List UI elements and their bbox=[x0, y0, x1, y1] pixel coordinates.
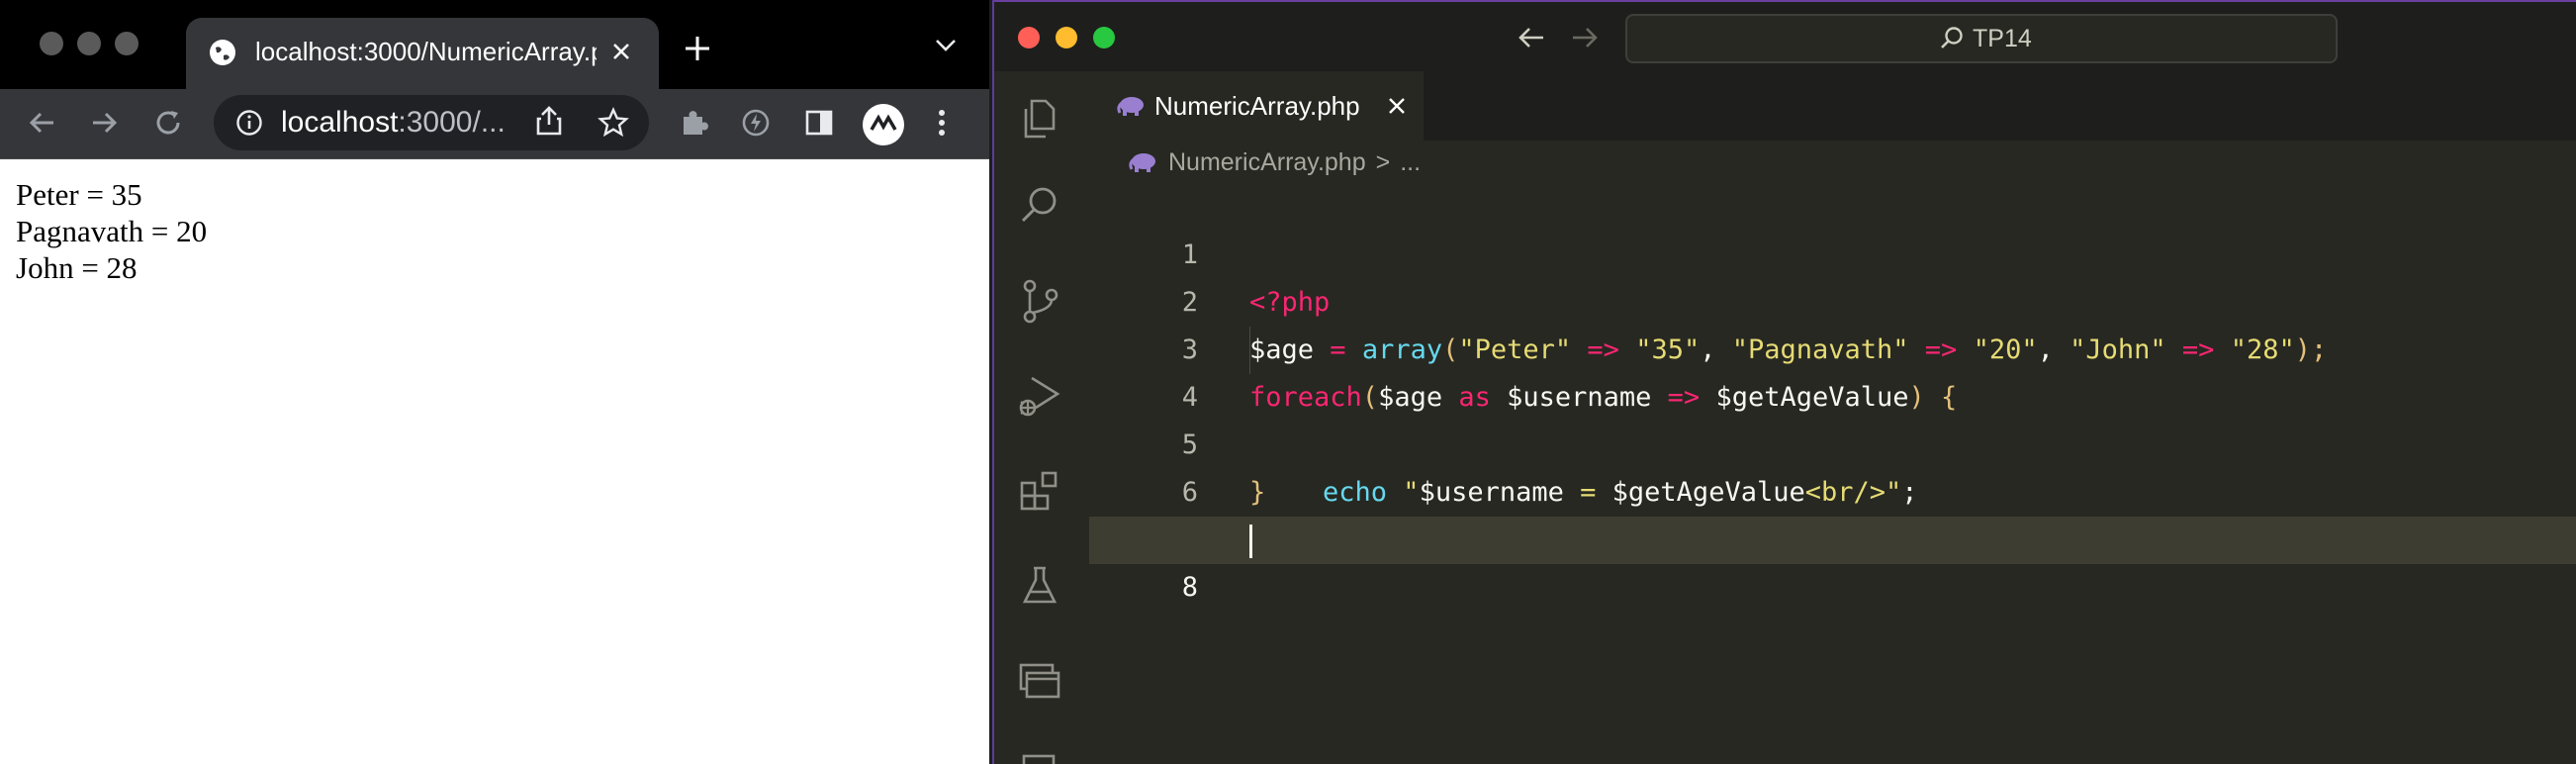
browser-tab[interactable]: localhost:3000/NumericArray.php bbox=[186, 18, 659, 89]
extensions-icon[interactable] bbox=[1016, 467, 1063, 515]
activity-bar bbox=[994, 71, 1089, 764]
breadcrumb-file[interactable]: NumericArray.php bbox=[1168, 148, 1366, 177]
extensions-puzzle-icon[interactable] bbox=[679, 107, 710, 139]
php-elephant-icon bbox=[1129, 151, 1158, 173]
code-editor[interactable]: 1 <?php 2 $age = array("Peter" => "35", … bbox=[1089, 184, 2576, 764]
page-content: Peter = 35 Pagnavath = 20 John = 28 bbox=[0, 159, 989, 764]
explorer-files-icon[interactable] bbox=[1016, 95, 1063, 143]
editor-window: TP14 NumericArray.php NumericArray.php >… bbox=[992, 0, 2576, 764]
nav-forward-icon[interactable] bbox=[1570, 24, 1600, 51]
window-close-light[interactable] bbox=[40, 32, 63, 55]
output-line: John = 28 bbox=[16, 250, 138, 285]
indent-guide bbox=[1249, 327, 1250, 374]
breadcrumb: NumericArray.php > ... bbox=[1129, 144, 1421, 180]
window-minimize-light[interactable] bbox=[77, 32, 101, 55]
performance-bolt-icon[interactable] bbox=[740, 107, 772, 139]
share-icon[interactable] bbox=[534, 105, 564, 137]
globe-icon bbox=[208, 38, 237, 67]
side-panel-icon[interactable] bbox=[803, 107, 835, 139]
command-center-search[interactable]: TP14 bbox=[1625, 14, 2338, 63]
window-zoom-light[interactable] bbox=[115, 32, 138, 55]
tab-close-icon[interactable] bbox=[609, 40, 633, 63]
search-icon bbox=[1939, 26, 1965, 51]
php-elephant-icon bbox=[1117, 95, 1147, 117]
new-tab-plus-icon[interactable] bbox=[683, 34, 712, 63]
url-host: localhost bbox=[281, 106, 399, 139]
url-text: localhost:3000/... bbox=[281, 95, 506, 150]
editor-titlebar: TP14 bbox=[994, 0, 2576, 73]
panel-stack-icon[interactable] bbox=[1016, 752, 1063, 764]
chevron-down-icon[interactable] bbox=[934, 38, 958, 53]
address-bar[interactable]: localhost:3000/... bbox=[214, 95, 649, 150]
profile-avatar[interactable] bbox=[862, 103, 905, 146]
browser-window: localhost:3000/NumericArray.php localhos… bbox=[0, 0, 989, 764]
reload-icon[interactable] bbox=[152, 107, 184, 139]
code-line: 5 } bbox=[1089, 374, 2576, 508]
source-control-icon[interactable] bbox=[1016, 277, 1063, 325]
forward-arrow-icon[interactable] bbox=[89, 107, 121, 139]
output-line: Peter = 35 bbox=[16, 177, 142, 212]
back-arrow-icon[interactable] bbox=[26, 107, 57, 139]
code-line: 1 <?php bbox=[1089, 184, 2576, 318]
code-line: 3 foreach($age as $username => $getAgeVa… bbox=[1089, 279, 2576, 413]
code-line-active: 8 bbox=[1089, 517, 2576, 603]
search-icon[interactable] bbox=[1016, 182, 1063, 230]
info-icon[interactable] bbox=[235, 109, 263, 137]
window-close-button[interactable] bbox=[1018, 27, 1040, 48]
tab-title: localhost:3000/NumericArray.php bbox=[255, 37, 597, 66]
workspace-name: TP14 bbox=[1973, 24, 2032, 52]
tab-numericarray-php[interactable]: NumericArray.php bbox=[1089, 71, 1424, 141]
output-line: Pagnavath = 20 bbox=[16, 214, 208, 248]
nav-back-icon[interactable] bbox=[1517, 24, 1546, 51]
bookmark-star-icon[interactable] bbox=[598, 107, 629, 139]
breadcrumb-separator: > bbox=[1375, 147, 1391, 176]
run-debug-icon[interactable] bbox=[1016, 372, 1063, 420]
line-number: 8 bbox=[1181, 572, 1198, 603]
breadcrumb-symbols[interactable]: ... bbox=[1400, 148, 1421, 177]
testing-flask-icon[interactable] bbox=[1016, 562, 1063, 610]
code-line: 7 bbox=[1089, 469, 2576, 555]
browser-titlebar: localhost:3000/NumericArray.php bbox=[0, 0, 989, 89]
window-zoom-button[interactable] bbox=[1093, 27, 1115, 48]
code-line: 2 $age = array("Peter" => "35", "Pagnava… bbox=[1089, 232, 2576, 365]
close-icon[interactable] bbox=[1386, 95, 1408, 117]
code-line: 6 ?> bbox=[1089, 422, 2576, 555]
code-line: 4 echo "$username = $getAgeValue<br/>"; bbox=[1089, 327, 2576, 508]
text-cursor bbox=[1249, 525, 1252, 558]
tab-label: NumericArray.php bbox=[1154, 91, 1360, 121]
window-minimize-button[interactable] bbox=[1056, 27, 1077, 48]
editor-tabs: NumericArray.php bbox=[1089, 71, 2576, 141]
more-menu-icon[interactable] bbox=[936, 107, 948, 139]
remote-explorer-icon[interactable] bbox=[1016, 657, 1063, 705]
url-rest: :3000/... bbox=[398, 106, 506, 139]
browser-toolbar: localhost:3000/... bbox=[0, 89, 989, 159]
